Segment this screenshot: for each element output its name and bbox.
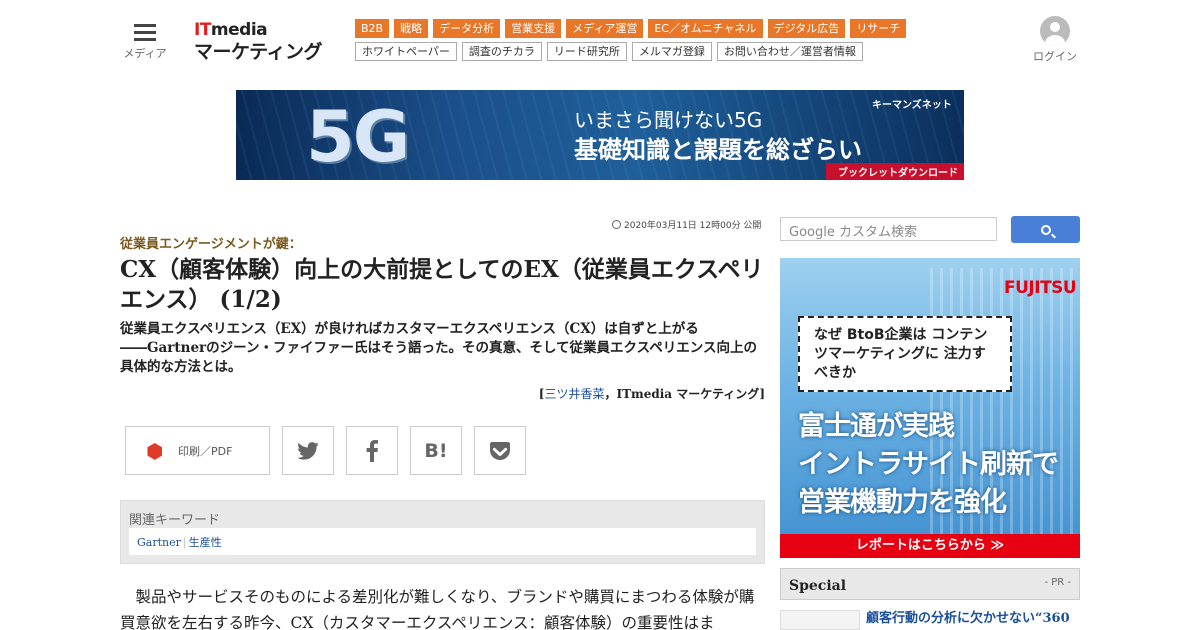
pocket-button[interactable] [474, 426, 526, 475]
article-lead: 従業員エクスペリエンス（EX）が良ければカスタマーエクスペリエンス（CX）は自ず… [120, 321, 757, 375]
ad-brand: FUJITSU [1004, 278, 1077, 298]
ad-cta: レポートはこちらから ≫ [780, 534, 1080, 558]
twitter-icon [297, 441, 319, 460]
banner-5g-text: 5G [306, 96, 410, 178]
menu-button[interactable]: メディア [122, 20, 168, 61]
category-tag[interactable]: リサーチ [850, 19, 907, 38]
user-avatar-icon [1040, 16, 1070, 46]
ad-headline: 富士通が実践 イントラサイト刷新で 営業機動力を強化 [798, 411, 1059, 518]
print-pdf-label: 印刷／PDF [178, 444, 233, 458]
logo-marketing: マーケティング [194, 41, 322, 63]
category-tag[interactable]: デジタル広告 [767, 19, 846, 38]
login-button[interactable]: ログイン [1030, 16, 1080, 64]
category-nav-primary: B2B 戦略 データ分析 営業支援 メディア運営 EC／オムニチャネル デジタル… [355, 19, 907, 38]
author-link[interactable]: 三ツ井香菜 [544, 387, 604, 401]
special-pr-label: - PR - [1044, 577, 1071, 588]
category-nav-secondary: ホワイトペーパー 調査のチカラ リード研究所 メルマガ登録 お問い合わせ／運営者… [355, 42, 863, 61]
category-tag[interactable]: B2B [355, 19, 390, 38]
search-button[interactable] [1011, 216, 1080, 243]
pdf-icon: ⬢ [146, 438, 164, 463]
sidebar-ad[interactable]: FUJITSU なぜ BtoB企業は コンテンツマーケティングに 注力すべきか … [780, 258, 1080, 558]
banner-line2: 基礎知識と課題を総ざらい [574, 136, 862, 164]
facebook-share-button[interactable] [346, 426, 398, 475]
special-section-header: Special - PR - [780, 568, 1080, 600]
article-body: 製品やサービスそのものによる差別化が難しくなり、ブランドや購買にまつわる体験が購… [120, 588, 755, 630]
secondary-tag[interactable]: お問い合わせ／運営者情報 [716, 42, 863, 61]
facebook-icon [366, 439, 378, 462]
secondary-tag[interactable]: メルマガ登録 [631, 42, 712, 61]
clock-icon [612, 220, 621, 229]
menu-label: メディア [123, 47, 167, 60]
keywords-title: 関連キーワード [129, 513, 221, 528]
category-tag[interactable]: EC／オムニチャネル [648, 19, 763, 38]
banner-brand: キーマンズネット [872, 100, 952, 111]
secondary-tag[interactable]: ホワイトペーパー [355, 42, 457, 61]
banner-cta: ブックレットダウンロード [826, 163, 964, 180]
keyword-link[interactable]: Gartner [137, 536, 181, 549]
special-title: Special [789, 578, 847, 594]
login-label: ログイン [1033, 50, 1077, 63]
category-tag[interactable]: メディア運営 [566, 19, 644, 38]
site-logo[interactable]: ITmedia マーケティング [194, 20, 322, 64]
publish-date: 2020年03月11日 12時00分 公開 [612, 218, 761, 231]
category-tag[interactable]: 戦略 [394, 19, 429, 38]
special-thumbnail[interactable] [780, 610, 860, 630]
article-title: CX（顧客体験）向上の大前提としてのEX（従業員エクスペリエンス） (1/2) [120, 256, 764, 313]
article-kicker: 従業員エンゲージメントが鍵： [120, 237, 302, 252]
ad-bubble: なぜ BtoB企業は コンテンツマーケティングに 注力すべきか [798, 316, 1012, 392]
hatena-icon: B! [424, 439, 448, 462]
pocket-icon [490, 441, 510, 460]
category-tag[interactable]: 営業支援 [505, 19, 562, 38]
special-item-link[interactable]: 顧客行動の分析に欠かせない“360 [866, 610, 1080, 628]
twitter-share-button[interactable] [282, 426, 334, 475]
secondary-tag[interactable]: 調査のチカラ [461, 42, 542, 61]
related-keywords: 関連キーワード Gartner | 生産性 [120, 500, 765, 564]
category-tag[interactable]: データ分析 [433, 19, 501, 38]
byline: [三ツ井香菜，ITmedia マーケティング] [538, 387, 765, 401]
hatena-bookmark-button[interactable]: B! [410, 426, 462, 475]
search-icon [1040, 224, 1051, 235]
search-input[interactable]: Google カスタム検索 [780, 217, 997, 241]
hamburger-icon [134, 24, 156, 41]
keyword-link[interactable]: 生産性 [189, 536, 222, 549]
publication-name: ITmedia マーケティング [616, 387, 760, 401]
top-banner-ad[interactable]: 5G いまさら聞けない5G 基礎知識と課題を総ざらい キーマンズネット ブックレ… [236, 90, 964, 180]
print-pdf-button[interactable]: ⬢ 印刷／PDF [125, 426, 270, 475]
banner-line1: いまさら聞けない5G [574, 108, 763, 132]
keywords-list: Gartner | 生産性 [129, 528, 756, 555]
secondary-tag[interactable]: リード研究所 [546, 42, 627, 61]
